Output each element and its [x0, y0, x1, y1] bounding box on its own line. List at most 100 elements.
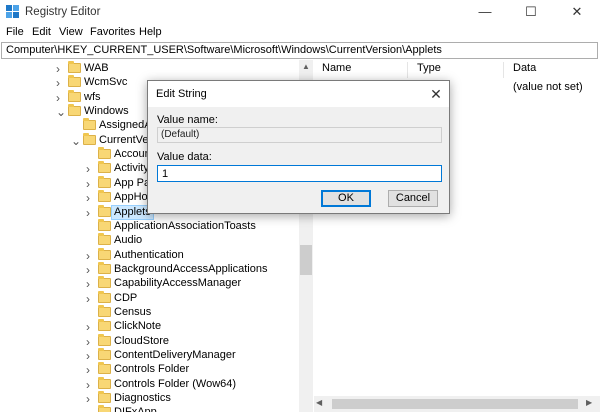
value-data-input[interactable] — [157, 165, 442, 182]
horizontal-scroll-thumb[interactable] — [332, 399, 578, 409]
edit-string-dialog: Edit String ✕ Value name: (Default) Valu… — [147, 80, 450, 214]
tree-item-label: ClickNote — [114, 320, 162, 333]
no-expander — [86, 220, 96, 234]
tree-item-label: WcmSvc — [84, 76, 128, 89]
folder-icon — [98, 233, 111, 246]
folder-icon — [98, 376, 111, 389]
tree-item-label: Census — [114, 305, 152, 318]
chevron-right-icon[interactable]: › — [86, 349, 96, 363]
chevron-right-icon[interactable]: › — [86, 191, 96, 205]
folder-icon — [98, 161, 111, 174]
tree-item-label: WAB — [84, 62, 109, 74]
menu-view[interactable]: View — [59, 26, 83, 38]
folder-icon — [98, 405, 111, 412]
column-header-name[interactable]: Name — [314, 62, 408, 78]
folder-icon — [68, 104, 81, 117]
folder-icon — [98, 204, 111, 217]
address-bar[interactable]: Computer\HKEY_CURRENT_USER\Software\Micr… — [1, 42, 598, 59]
chevron-right-icon[interactable]: › — [86, 335, 96, 349]
close-button[interactable]: ✕ — [554, 0, 600, 25]
folder-icon — [83, 118, 96, 131]
folder-icon — [98, 147, 111, 160]
tree-item-label: Authentication — [114, 248, 184, 261]
ok-button[interactable]: OK — [321, 190, 371, 207]
tree-item-label: ContentDeliveryManager — [114, 349, 236, 361]
tree-item-label: CloudStore — [114, 334, 170, 347]
no-expander — [86, 306, 96, 320]
registry-app-icon — [6, 5, 19, 18]
value-name-label: Value name: — [157, 114, 218, 126]
chevron-right-icon[interactable]: › — [86, 177, 96, 191]
cancel-button[interactable]: Cancel — [388, 190, 438, 207]
dialog-title: Edit String — [156, 88, 207, 100]
chevron-right-icon[interactable]: › — [86, 320, 96, 334]
chevron-right-icon[interactable]: › — [86, 378, 96, 392]
folder-icon — [98, 218, 111, 231]
menu-favorites[interactable]: Favorites — [90, 26, 135, 38]
chevron-right-icon[interactable]: › — [56, 62, 66, 76]
folder-icon — [68, 61, 81, 73]
tree-item-label: Controls Folder — [114, 363, 190, 376]
chevron-right-icon[interactable]: › — [86, 249, 96, 263]
tree-item-label: wfs — [84, 90, 101, 103]
no-expander — [71, 119, 81, 133]
folder-icon — [68, 89, 81, 102]
scroll-up-icon[interactable]: ▲ — [299, 60, 313, 74]
list-horizontal-scrollbar[interactable]: ◀ ▶ — [314, 396, 600, 412]
folder-icon — [98, 304, 111, 317]
chevron-right-icon[interactable]: › — [86, 263, 96, 277]
chevron-right-icon[interactable]: › — [56, 76, 66, 90]
folder-icon — [98, 290, 111, 303]
close-icon[interactable]: ✕ — [426, 84, 446, 104]
maximize-button[interactable]: ☐ — [508, 0, 554, 25]
tree-item-label: Diagnostics — [114, 392, 171, 405]
chevron-right-icon[interactable]: › — [86, 392, 96, 406]
column-header-type[interactable]: Type — [409, 62, 504, 78]
chevron-right-icon[interactable]: › — [56, 91, 66, 105]
folder-icon — [98, 247, 111, 260]
tree-item-label: Audio — [114, 234, 143, 247]
tree-item-label: BackgroundAccessApplications — [114, 262, 268, 275]
value-data-label: Value data: — [157, 151, 212, 163]
chevron-down-icon[interactable]: ⌄ — [71, 134, 81, 148]
value-name-field: (Default) — [157, 127, 442, 143]
scroll-left-icon[interactable]: ◀ — [316, 398, 322, 407]
chevron-right-icon[interactable]: › — [86, 206, 96, 220]
tree-item-label: CapabilityAccessManager — [114, 277, 242, 290]
chevron-right-icon[interactable]: › — [86, 277, 96, 291]
menu-help[interactable]: Help — [139, 26, 162, 38]
scroll-thumb[interactable] — [300, 245, 312, 275]
folder-icon — [68, 75, 81, 88]
folder-icon — [83, 132, 96, 145]
menu-edit[interactable]: Edit — [32, 26, 51, 38]
tree-item-label: Controls Folder (Wow64) — [114, 377, 237, 390]
tree-item-label: Windows — [84, 105, 129, 118]
window-title: Registry Editor — [25, 6, 101, 18]
chevron-down-icon[interactable]: ⌄ — [56, 105, 66, 119]
value-data-cell[interactable]: (value not set) — [513, 81, 583, 93]
tree-item-label: CDP — [114, 291, 138, 304]
folder-icon — [98, 276, 111, 289]
no-expander — [86, 148, 96, 162]
column-header-data[interactable]: Data — [505, 62, 600, 78]
folder-icon — [98, 391, 111, 404]
scroll-right-icon[interactable]: ▶ — [586, 398, 592, 407]
folder-icon — [98, 190, 111, 203]
dialog-title-bar: Edit String ✕ — [148, 81, 449, 107]
no-expander — [86, 406, 96, 412]
tree-item-label: ApplicationAssociationToasts — [114, 219, 256, 232]
chevron-right-icon[interactable]: › — [86, 292, 96, 306]
folder-icon — [98, 362, 111, 375]
folder-icon — [98, 348, 111, 360]
menu-file[interactable]: File — [6, 26, 24, 38]
folder-icon — [98, 261, 111, 274]
folder-icon — [98, 175, 111, 188]
chevron-right-icon[interactable]: › — [86, 363, 96, 377]
title-bar: Registry Editor — ☐ ✕ — [0, 0, 600, 25]
folder-icon — [98, 319, 111, 332]
minimize-button[interactable]: — — [462, 0, 508, 25]
chevron-right-icon[interactable]: › — [86, 162, 96, 176]
no-expander — [86, 234, 96, 248]
menu-bar: File Edit View Favorites Help — [0, 25, 600, 41]
folder-icon — [98, 333, 111, 346]
